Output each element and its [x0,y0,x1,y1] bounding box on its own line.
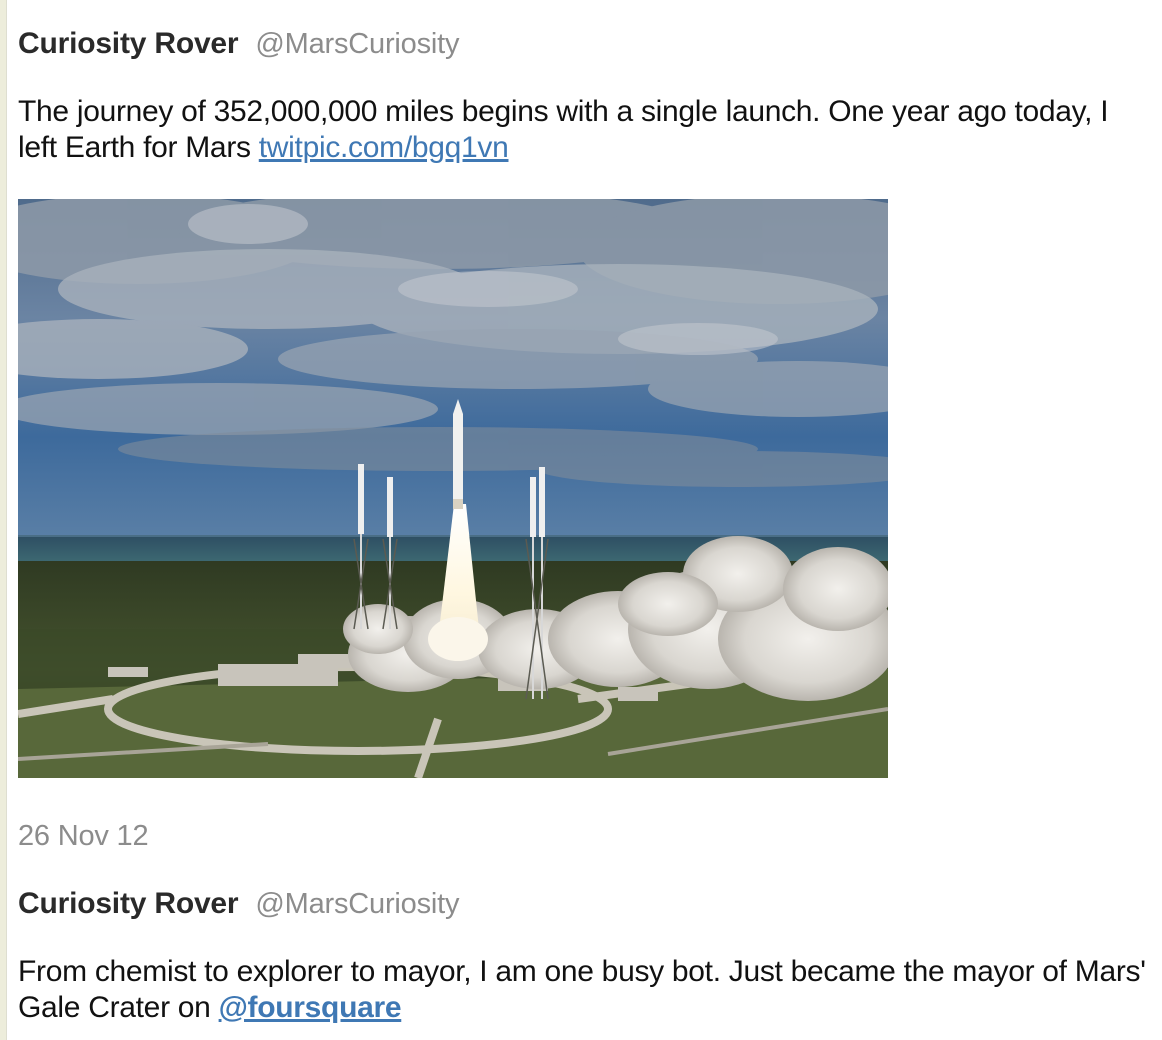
rocket-launch-photo [18,199,888,778]
tweet-text: From chemist to explorer to mayor, I am … [18,954,1154,1026]
left-edge-border [0,0,7,1040]
tweet-body: The journey of 352,000,000 miles begins … [18,95,1109,164]
tweet-timestamp[interactable]: 26 Nov 12 [18,816,149,856]
author-handle[interactable]: @MarsCuriosity [255,888,459,921]
tweet-body: From chemist to explorer to mayor, I am … [18,955,1146,1024]
tweet-link[interactable]: twitpic.com/bgq1vn [259,131,509,164]
tweet-text: The journey of 352,000,000 miles begins … [18,94,1154,166]
tweet-header: Curiosity Rover @MarsCuriosity [18,24,459,64]
author-handle[interactable]: @MarsCuriosity [255,28,459,61]
author-name[interactable]: Curiosity Rover [18,887,239,921]
author-name[interactable]: Curiosity Rover [18,27,239,61]
tweet-header: Curiosity Rover @MarsCuriosity [18,884,459,924]
tweet-photo[interactable] [18,199,888,778]
tweet-mention[interactable]: @foursquare [219,991,402,1024]
